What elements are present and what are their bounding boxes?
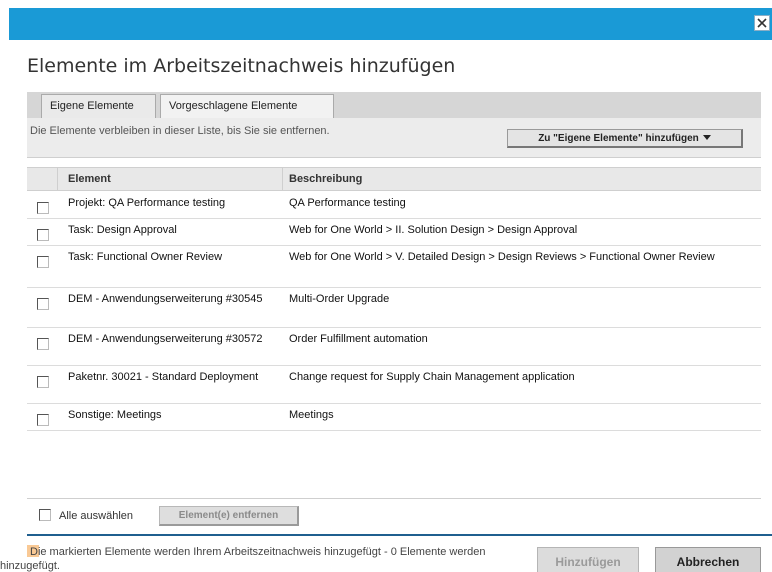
- cancel-button[interactable]: Abbrechen: [655, 547, 761, 572]
- column-header-element[interactable]: Element: [68, 173, 111, 185]
- row-element: Task: Design Approval: [68, 224, 177, 236]
- close-icon: [757, 18, 767, 28]
- table-row: DEM - Anwendungserweiterung #30545 Multi…: [27, 288, 761, 328]
- row-description: Web for One World > V. Detailed Design >…: [289, 251, 715, 263]
- row-description: Web for One World > II. Solution Design …: [289, 224, 578, 236]
- table-body: Projekt: QA Performance testing QA Perfo…: [27, 192, 761, 431]
- dialog-title: Elemente im Arbeitszeitnachweis hinzufüg…: [27, 55, 456, 77]
- legend-text: Die markierten Elemente werden Ihrem Arb…: [0, 546, 486, 572]
- row-element: Paketnr. 30021 - Standard Deployment: [68, 371, 259, 383]
- footer-separator: [27, 498, 761, 499]
- row-description: Order Fulfillment automation: [289, 333, 428, 345]
- info-bar: Die Elemente verbleiben in dieser Liste,…: [27, 118, 761, 158]
- add-to-own-items-label: Zu "Eigene Elemente" hinzufügen: [538, 133, 699, 144]
- row-element: DEM - Anwendungserweiterung #30545: [68, 293, 263, 305]
- tab-vorgeschlagene-elemente[interactable]: Vorgeschlagene Elemente: [160, 94, 334, 118]
- select-all-label: Alle auswählen: [59, 510, 133, 522]
- select-all-checkbox[interactable]: [39, 509, 51, 521]
- row-checkbox[interactable]: [37, 414, 49, 426]
- column-header-description[interactable]: Beschreibung: [289, 173, 362, 185]
- row-element: Sonstige: Meetings: [68, 409, 162, 421]
- row-checkbox[interactable]: [37, 256, 49, 268]
- row-checkbox[interactable]: [37, 338, 49, 350]
- tabs-bar: Eigene Elemente Vorgeschlagene Elemente: [27, 92, 761, 118]
- info-text: Die Elemente verbleiben in dieser Liste,…: [30, 125, 330, 137]
- row-element: DEM - Anwendungserweiterung #30572: [68, 333, 263, 345]
- table-row: Task: Design Approval Web for One World …: [27, 219, 761, 246]
- add-button[interactable]: Hinzufügen: [537, 547, 639, 572]
- row-checkbox[interactable]: [37, 298, 49, 310]
- table-row: Projekt: QA Performance testing QA Perfo…: [27, 192, 761, 219]
- row-element: Projekt: QA Performance testing: [68, 197, 226, 209]
- table-row: DEM - Anwendungserweiterung #30572 Order…: [27, 328, 761, 366]
- table-row: Paketnr. 30021 - Standard Deployment Cha…: [27, 366, 761, 404]
- table-row: Sonstige: Meetings Meetings: [27, 404, 761, 431]
- row-checkbox[interactable]: [37, 202, 49, 214]
- close-button[interactable]: [754, 15, 770, 31]
- row-checkbox[interactable]: [37, 229, 49, 241]
- column-divider: [282, 168, 283, 190]
- column-divider: [57, 168, 58, 190]
- caret-down-icon: [702, 135, 711, 140]
- table-row: Task: Functional Owner Review Web for On…: [27, 246, 761, 288]
- table-header: Element Beschreibung: [27, 167, 761, 191]
- add-to-own-items-dropdown[interactable]: Zu "Eigene Elemente" hinzufügen: [507, 129, 743, 148]
- bottom-divider: [27, 534, 772, 536]
- dialog-titlebar: [9, 8, 772, 40]
- row-description: Meetings: [289, 409, 334, 421]
- tab-eigene-elemente[interactable]: Eigene Elemente: [41, 94, 156, 118]
- row-description: QA Performance testing: [289, 197, 406, 209]
- row-checkbox[interactable]: [37, 376, 49, 388]
- row-description: Multi-Order Upgrade: [289, 293, 390, 305]
- row-element: Task: Functional Owner Review: [68, 251, 223, 263]
- row-description: Change request for Supply Chain Manageme…: [289, 371, 575, 383]
- remove-items-button[interactable]: Element(e) entfernen: [159, 506, 299, 526]
